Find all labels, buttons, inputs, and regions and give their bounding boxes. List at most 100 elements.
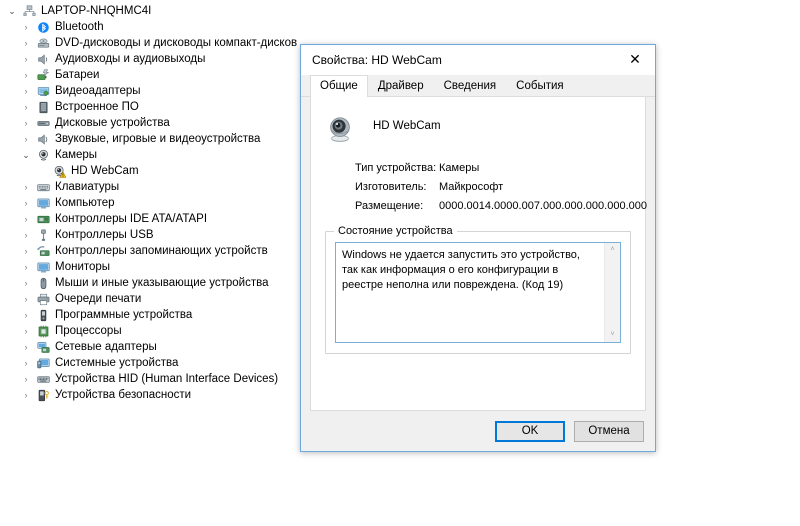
- device-status-text: Windows не удается запустить это устройс…: [342, 249, 580, 291]
- chevron-right-icon[interactable]: ›: [18, 211, 34, 227]
- chevron-right-icon[interactable]: ›: [18, 243, 34, 259]
- tree-label: Очереди печати: [55, 293, 142, 305]
- device-status-box[interactable]: Windows не удается запустить это устройс…: [335, 242, 621, 343]
- tree-label: Видеоадаптеры: [55, 85, 141, 97]
- tab-driver[interactable]: Драйвер: [368, 75, 434, 97]
- close-icon[interactable]: ✕: [615, 45, 655, 74]
- chevron-down-icon[interactable]: ⌄: [4, 3, 20, 19]
- info-value: 0000.0014.0000.007.000.000.000.000.000: [439, 199, 647, 212]
- info-value: Камеры: [439, 161, 480, 174]
- tree-label: Устройства HID (Human Interface Devices): [55, 373, 279, 385]
- tree-row-print-queues[interactable]: › Очереди печати: [0, 291, 300, 307]
- chevron-right-icon[interactable]: ›: [18, 259, 34, 275]
- tree-row-batteries[interactable]: › Батареи: [0, 67, 300, 83]
- tree-label: Камеры: [55, 149, 98, 161]
- tree-row-disk-drives[interactable]: › Дисковые устройства: [0, 115, 300, 131]
- dialog-titlebar[interactable]: Свойства: HD WebCam ✕: [301, 45, 655, 75]
- cancel-button[interactable]: Отмена: [574, 420, 644, 442]
- tab-page-general: HD WebCam Тип устройства: Камеры Изготов…: [310, 97, 647, 411]
- tree-row-mice[interactable]: › Мыши и иные указывающие устройства: [0, 275, 300, 291]
- tree-label: Мыши и иные указывающие устройства: [55, 277, 269, 289]
- chevron-right-icon[interactable]: ›: [18, 339, 34, 355]
- tree-label-root: LAPTOP-NHQHMC4I: [41, 5, 152, 17]
- scroll-down-icon[interactable]: ˅: [610, 328, 614, 342]
- tree-row-ide-controllers[interactable]: › Контроллеры IDE ATA/ATAPI: [0, 211, 300, 227]
- chevron-right-icon[interactable]: ›: [18, 371, 34, 387]
- tree-row-sound-video-game[interactable]: › Звуковые, игровые и видеоустройства: [0, 131, 300, 147]
- chevron-right-icon[interactable]: ›: [18, 195, 34, 211]
- device-status-legend: Состояние устройства: [334, 225, 457, 237]
- tree-row-security-devices[interactable]: › Устройства безопасности: [0, 387, 300, 403]
- tree-label: Звуковые, игровые и видеоустройства: [55, 133, 261, 145]
- chevron-right-icon[interactable]: ›: [18, 19, 34, 35]
- tree-row-hd-webcam[interactable]: HD WebCam: [0, 163, 300, 179]
- chevron-right-icon[interactable]: ›: [18, 83, 34, 99]
- tree-row-dvd-drives[interactable]: › DVD-дисководы и дисководы компакт-диск…: [0, 35, 300, 51]
- ok-button[interactable]: OK: [495, 420, 565, 442]
- chevron-right-icon[interactable]: ›: [18, 387, 34, 403]
- security-device-icon: [34, 389, 52, 402]
- tree-label: Аудиовходы и аудиовыходы: [55, 53, 206, 65]
- tree-label: Дисковые устройства: [55, 117, 170, 129]
- chevron-right-icon[interactable]: ›: [18, 355, 34, 371]
- info-label: Тип устройства:: [355, 161, 437, 174]
- monitor-icon: [34, 197, 52, 210]
- tree-row-usb-controllers[interactable]: › Контроллеры USB: [0, 227, 300, 243]
- info-value: Майкрософт: [439, 180, 504, 193]
- tab-events[interactable]: События: [506, 75, 573, 97]
- chevron-right-icon[interactable]: ›: [18, 227, 34, 243]
- chevron-right-icon[interactable]: ›: [18, 35, 34, 51]
- tree-row-system-devices[interactable]: › Системные устройства: [0, 355, 300, 371]
- tree-row-root[interactable]: ⌄ LAPTOP-NHQHMC4I: [0, 3, 300, 19]
- chevron-right-icon[interactable]: ›: [18, 275, 34, 291]
- bluetooth-icon: [34, 21, 52, 34]
- status-scrollbar[interactable]: ˄ ˅: [604, 243, 620, 342]
- chevron-right-icon[interactable]: ›: [18, 51, 34, 67]
- disk-drive-icon: [34, 117, 52, 130]
- monitor-icon: [34, 261, 52, 274]
- chevron-right-icon[interactable]: ›: [18, 307, 34, 323]
- tree-label: Компьютер: [55, 197, 115, 209]
- tree-row-cameras[interactable]: ⌄ Камеры: [0, 147, 300, 163]
- tree-row-network-adapters[interactable]: › Сетевые адаптеры: [0, 339, 300, 355]
- tab-details[interactable]: Сведения: [434, 75, 507, 97]
- info-row-device-type: Тип устройства: Камеры: [355, 158, 645, 177]
- chevron-right-icon[interactable]: ›: [18, 67, 34, 83]
- camera-icon: [34, 149, 52, 162]
- tree-row-display-adapters[interactable]: › Видеоадаптеры: [0, 83, 300, 99]
- tree-label: DVD-дисководы и дисководы компакт-дисков: [55, 37, 298, 49]
- device-header: HD WebCam: [311, 97, 645, 144]
- tab-strip[interactable]: Общие Драйвер Сведения События: [301, 75, 655, 97]
- tree-row-hid-devices[interactable]: › Устройства HID (Human Interface Device…: [0, 371, 300, 387]
- chevron-right-icon[interactable]: ›: [18, 179, 34, 195]
- tree-label: Сетевые адаптеры: [55, 341, 157, 353]
- chevron-right-icon[interactable]: ›: [18, 99, 34, 115]
- tree-label: Процессоры: [55, 325, 122, 337]
- tree-row-processors[interactable]: › Процессоры: [0, 323, 300, 339]
- tree-row-storage-controllers[interactable]: › Контроллеры запоминающих устройств: [0, 243, 300, 259]
- tree-label: Системные устройства: [55, 357, 179, 369]
- tree-row-computer[interactable]: › Компьютер: [0, 195, 300, 211]
- tree-label: Клавиатуры: [55, 181, 120, 193]
- tree-row-firmware[interactable]: › Встроенное ПО: [0, 99, 300, 115]
- ide-controller-icon: [34, 213, 52, 226]
- chevron-right-icon[interactable]: ›: [18, 291, 34, 307]
- device-tree[interactable]: ⌄ LAPTOP-NHQHMC4I › Bluetooth › DVD-диск…: [0, 0, 300, 403]
- chevron-right-icon[interactable]: ›: [18, 131, 34, 147]
- scroll-up-icon[interactable]: ˄: [610, 243, 614, 257]
- chevron-down-icon[interactable]: ⌄: [18, 147, 34, 163]
- tree-row-keyboards[interactable]: › Клавиатуры: [0, 179, 300, 195]
- tree-row-audio-io[interactable]: › Аудиовходы и аудиовыходы: [0, 51, 300, 67]
- battery-icon: [34, 69, 52, 82]
- chevron-right-icon[interactable]: ›: [18, 323, 34, 339]
- tree-row-bluetooth[interactable]: › Bluetooth: [0, 19, 300, 35]
- tree-label: Bluetooth: [55, 21, 104, 33]
- hid-icon: [34, 373, 52, 386]
- tree-row-software-devices[interactable]: › Программные устройства: [0, 307, 300, 323]
- tab-general[interactable]: Общие: [310, 75, 368, 97]
- properties-dialog: Свойства: HD WebCam ✕ Общие Драйвер Свед…: [300, 44, 656, 452]
- tree-label: HD WebCam: [71, 165, 139, 177]
- chevron-right-icon[interactable]: ›: [18, 115, 34, 131]
- tree-label: Программные устройства: [55, 309, 193, 321]
- tree-row-monitors[interactable]: › Мониторы: [0, 259, 300, 275]
